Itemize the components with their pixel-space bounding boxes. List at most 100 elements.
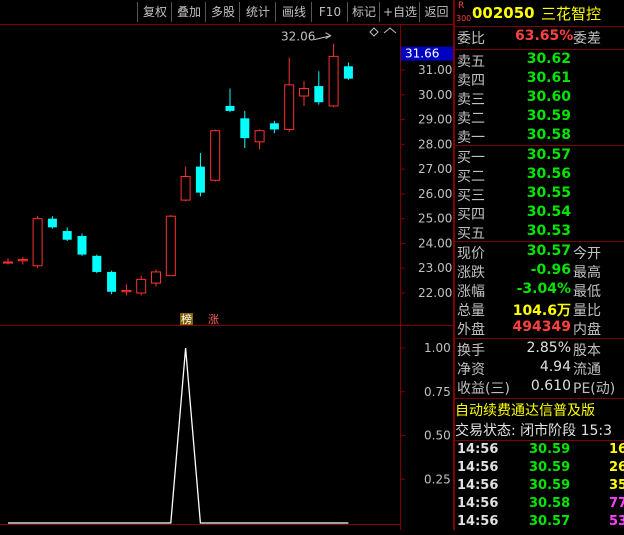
kline-chart[interactable]: 31.00 30.00 29.00 28.00 27.00 26.00 25.00 24.00… — [0, 0, 453, 530]
stock-code: 002050 — [472, 4, 535, 22]
sell-level-2-value: 30.59 — [526, 108, 571, 124]
divider — [455, 398, 624, 399]
buy-level-2: 买二 30.56 — [455, 166, 624, 187]
fund-1-label: 净资 — [457, 362, 485, 378]
price-tick-label: 25.00 — [418, 212, 452, 226]
stat-3-value: 104.6万 — [512, 303, 571, 319]
divider — [455, 145, 624, 146]
candle-body — [343, 66, 353, 79]
fund-0-value: 2.85% — [526, 340, 571, 356]
tick-time: 14:56 — [457, 460, 499, 475]
stat-4-label: 外盘 — [457, 322, 485, 338]
trade-status: 交易状态: 闭市阶段 15:3 — [455, 423, 613, 439]
fund-2: 收益(三) 0.610 PE(动) — [455, 378, 624, 399]
high-arrow-head — [325, 32, 332, 40]
candle-body — [254, 130, 265, 143]
fund-0-label: 换手 — [457, 343, 485, 359]
weibi-row: 委比 63.65% 委差 — [455, 28, 624, 49]
overlay-button[interactable]: 叠加 — [171, 2, 206, 22]
stat-2: 涨幅 -3.04% 最低 — [455, 281, 624, 302]
sell-level-4-label: 卖四 — [457, 73, 485, 89]
candle-body — [240, 118, 250, 139]
stat-4-ext-label: 内盘 — [573, 322, 601, 338]
buy-level-1-value: 30.57 — [526, 147, 571, 163]
candle-body — [32, 218, 43, 267]
tick-time: 14:56 — [457, 478, 499, 493]
mark-button[interactable]: 标记 — [347, 2, 380, 22]
candle-body — [62, 231, 72, 240]
stat-1-label: 涨跌 — [457, 265, 485, 281]
indicator-tick-label: 0.25 — [424, 472, 451, 486]
stat-2-label: 涨幅 — [457, 284, 485, 300]
chart-toolbar: 复权 叠加 多股 统计 画线 F10 标记 +自选 返回 — [0, 0, 453, 25]
candle-body — [151, 271, 161, 284]
tick-price: 30.59 — [529, 442, 571, 457]
multi-stock-button[interactable]: 多股 — [205, 2, 240, 22]
add-favorite-button[interactable]: +自选 — [379, 2, 420, 22]
fuquan-button[interactable]: 复权 — [137, 2, 172, 22]
candle-body — [3, 261, 13, 264]
tick-volume: 53 — [609, 514, 624, 529]
weibi-label: 委比 — [457, 31, 485, 47]
sell-level-4: 卖四 30.61 — [455, 70, 624, 91]
divider — [455, 49, 624, 50]
buy-level-4-value: 30.54 — [526, 204, 571, 220]
buy-level-3: 买三 30.55 — [455, 185, 624, 206]
candle-body — [269, 123, 279, 130]
sell-level-5-value: 30.62 — [526, 51, 571, 67]
buy-level-1-label: 买一 — [457, 150, 485, 166]
fund-2-ext-label: PE(动) — [573, 381, 616, 397]
stat-4: 外盘 494349 内盘 — [455, 319, 624, 340]
candle-body — [299, 88, 309, 97]
marker-label: 涨 — [208, 313, 219, 326]
buy-level-2-label: 买二 — [457, 169, 485, 185]
sell-level-1-label: 卖一 — [457, 130, 485, 146]
sell-level-3: 卖三 30.60 — [455, 89, 624, 110]
stat-3-ext-label: 量比 — [573, 303, 601, 319]
buy-level-3-label: 买三 — [457, 188, 485, 204]
current-price-label: 31.66 — [405, 47, 439, 61]
candle-body — [17, 259, 28, 262]
price-tick-label: 29.00 — [418, 113, 452, 127]
buy-level-5-value: 30.53 — [526, 223, 571, 239]
stat-4-value: 494349 — [512, 319, 571, 335]
sell-level-1-value: 30.58 — [526, 127, 571, 143]
promo-link[interactable]: 自动续费通达信普及版 — [455, 400, 624, 421]
draw-line-button[interactable]: 画线 — [275, 2, 312, 22]
tick-time: 14:56 — [457, 514, 499, 529]
stat-1-value: -0.96 — [530, 262, 571, 278]
tick-volume: 77 — [609, 496, 624, 511]
sell-level-4-value: 30.61 — [526, 70, 571, 86]
back-button[interactable]: 返回 — [419, 2, 453, 22]
tick-volume: 26 — [609, 460, 624, 475]
candle-body — [314, 86, 324, 103]
fund-2-label: 收益(三) — [457, 381, 510, 397]
stat-3: 总量 104.6万 量比 — [455, 300, 624, 321]
quote-panel: R 300 002050 三花智控 委比 63.65% 委差 卖五 30.62 卖四… — [453, 0, 624, 530]
tick-price: 30.57 — [529, 514, 571, 529]
price-tick-label: 24.00 — [418, 236, 452, 250]
diamond-icon — [369, 27, 379, 37]
statistics-button[interactable]: 统计 — [239, 2, 276, 22]
tick-time: 14:56 — [457, 496, 499, 511]
price-tick-label: 26.00 — [418, 187, 452, 201]
sell-level-5: 卖五 30.62 — [455, 51, 624, 72]
weibi-value: 63.65% — [515, 28, 574, 44]
stat-2-ext-label: 最低 — [573, 284, 601, 300]
stat-2-value: -3.04% — [516, 281, 571, 297]
r-sub-badge: 300 — [456, 14, 472, 23]
candle-body — [107, 271, 117, 292]
price-tick-label: 27.00 — [418, 162, 452, 176]
f10-button[interactable]: F10 — [311, 2, 348, 22]
price-tick-label: 30.00 — [418, 88, 452, 102]
weicha-label: 委差 — [573, 31, 601, 47]
price-tick-label: 22.00 — [418, 286, 452, 300]
candle-body — [328, 55, 339, 107]
tick-price: 30.59 — [529, 460, 571, 475]
buy-level-3-value: 30.55 — [526, 185, 571, 201]
candle-body — [77, 236, 87, 255]
candle-body — [284, 84, 295, 130]
stat-0-label: 现价 — [457, 246, 485, 262]
indicator-tick-label: 0.75 — [424, 385, 451, 399]
fund-1-value: 4.94 — [539, 359, 571, 375]
